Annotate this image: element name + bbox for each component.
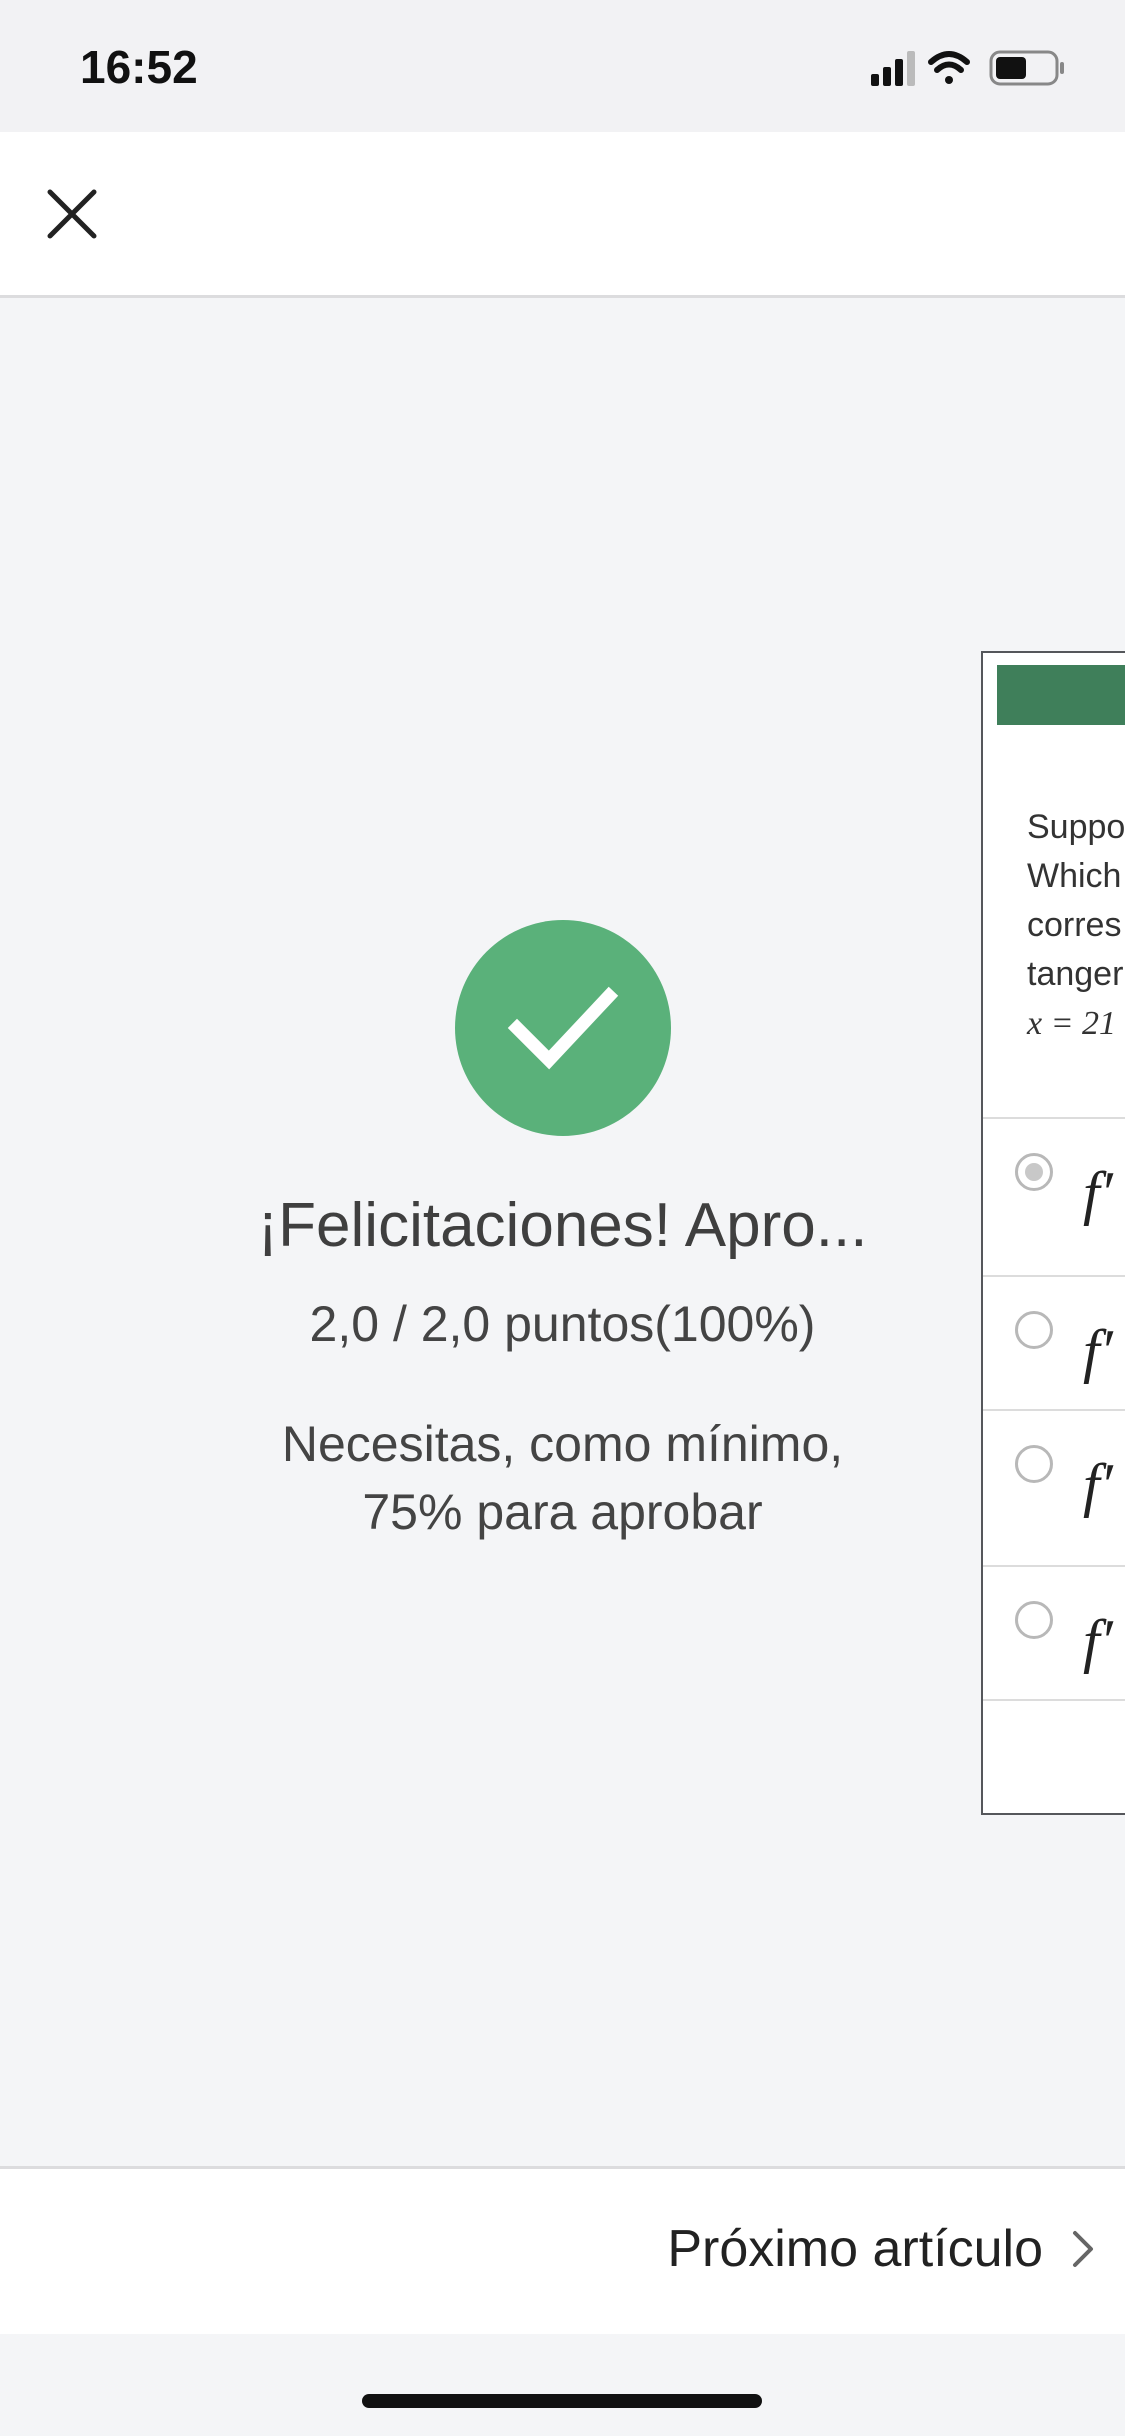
status-icons (871, 46, 1081, 90)
pass-requirement-line1: Necesitas, como mínimo, (281, 1416, 844, 1472)
result-panel: ¡Felicitaciones! Apro... 2,0 / 2,0 punto… (0, 300, 1125, 2166)
question-line: Suppo (1027, 808, 1125, 846)
quiz-question: Suppo Which corres tanger x = 21 (1027, 803, 1125, 1048)
next-item-button[interactable]: Próximo artículo (667, 2209, 1105, 2289)
check-icon (507, 986, 619, 1070)
question-line: corres (1027, 906, 1122, 944)
score-text: 2,0 / 2,0 puntos(100%) (309, 1296, 816, 1352)
bottom-bar: Próximo artículo (0, 2166, 1125, 2334)
answer-option-1[interactable]: f′ (983, 1119, 1125, 1239)
wifi-icon (928, 51, 970, 84)
close-icon (47, 189, 97, 239)
question-line: Which (1027, 857, 1122, 895)
status-time: 16:52 (80, 41, 198, 93)
answer-option-4[interactable]: f′ (983, 1567, 1125, 1687)
radio-button[interactable] (1015, 1445, 1053, 1483)
signal-icon (871, 51, 915, 86)
success-badge (455, 920, 671, 1136)
question-line: tanger (1027, 955, 1124, 993)
close-button[interactable] (40, 182, 104, 246)
battery-icon (989, 50, 1064, 86)
quiz-card-header (997, 665, 1125, 725)
radio-button[interactable] (1015, 1601, 1053, 1639)
answer-option-3[interactable]: f′ (983, 1411, 1125, 1531)
divider (983, 1699, 1125, 1701)
answer-option-2[interactable]: f′ (983, 1277, 1125, 1397)
next-item-label: Próximo artículo (667, 2220, 1043, 2278)
radio-button[interactable] (1015, 1153, 1053, 1191)
top-bar (0, 132, 1125, 298)
pass-requirement-line2: 75% para aprobar (362, 1484, 763, 1540)
radio-button[interactable] (1015, 1311, 1053, 1349)
question-line-math: x = 21 (1027, 1005, 1117, 1042)
option-text: f′ (1083, 1318, 1113, 1384)
chevron-right-icon (1073, 2231, 1093, 2267)
pass-requirement: Necesitas, como mínimo, 75% para aprobar (200, 1410, 925, 1546)
congrats-title: ¡Felicitaciones! Apro... (257, 1191, 868, 1260)
option-text: f′ (1083, 1160, 1113, 1226)
option-text: f′ (1083, 1452, 1113, 1518)
status-bar: 16:52 (0, 0, 1125, 132)
option-text: f′ (1083, 1608, 1113, 1674)
quiz-card-preview[interactable]: Suppo Which corres tanger x = 21 f′ f′ f… (981, 651, 1125, 1815)
home-indicator[interactable] (362, 2394, 762, 2408)
